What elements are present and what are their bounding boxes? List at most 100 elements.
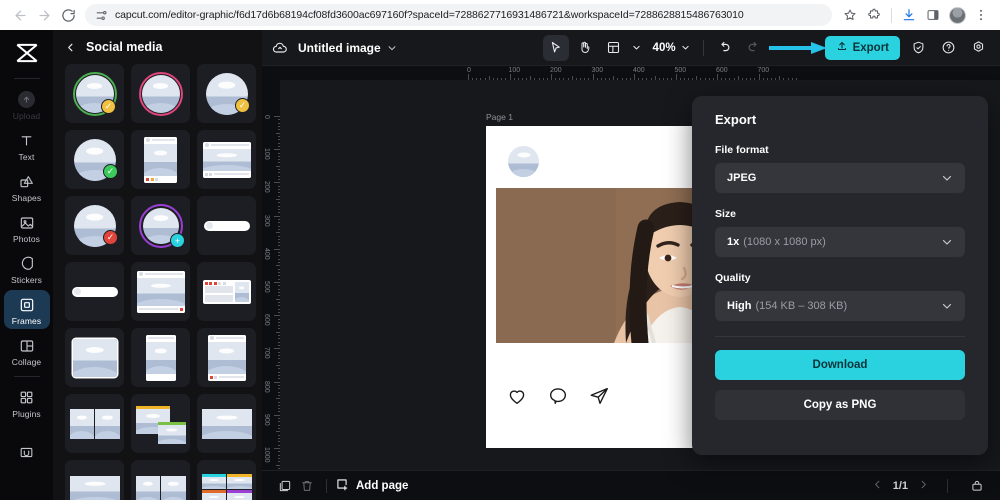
sidebar-item-frames[interactable]: Frames	[3, 290, 50, 329]
thumb-windows	[135, 404, 186, 444]
sidebar-item-extra[interactable]	[4, 438, 50, 465]
frame-thumb-stacked-windows[interactable]	[131, 394, 190, 453]
frame-thumb-banner-wide[interactable]	[197, 394, 256, 453]
sidebar-item-label: Photos	[12, 234, 41, 244]
sidebar-item-collage[interactable]: Collage	[4, 331, 50, 370]
badge-verified: ✓	[103, 164, 118, 179]
post-avatar[interactable]	[508, 146, 539, 177]
hand-pan-icon[interactable]	[572, 35, 598, 61]
thumb-searchbar	[71, 286, 118, 297]
frame-thumb-folder[interactable]	[65, 328, 124, 387]
capcut-app: Upload Text Shapes Photos Stickers Frame…	[0, 30, 1000, 500]
post-action-bar	[506, 385, 610, 412]
back-arrow-icon[interactable]	[8, 3, 32, 27]
frame-thumb-circle-pink-ring[interactable]	[131, 64, 190, 123]
undo-icon[interactable]	[712, 35, 738, 61]
rail-divider-2	[13, 376, 40, 377]
frame-thumb-profile-header[interactable]	[197, 262, 256, 321]
chevron-down-icon[interactable]	[387, 43, 397, 53]
copy-as-png-button[interactable]: Copy as PNG	[715, 390, 965, 420]
forward-arrow-icon[interactable]	[32, 3, 56, 27]
star-icon[interactable]	[839, 4, 861, 26]
frame-thumb-split-two-2[interactable]	[131, 460, 190, 500]
ruler-v-tick-label: 200	[263, 181, 270, 194]
shield-icon[interactable]	[906, 36, 930, 60]
badge-gold: ✓	[235, 98, 250, 113]
collage-icon	[19, 336, 35, 355]
thumb-mock-post	[136, 270, 185, 313]
add-page-button[interactable]: Add page	[335, 477, 408, 494]
comment-bubble-icon[interactable]	[547, 385, 569, 412]
address-bar[interactable]: capcut.com/editor-graphic/f6d17d6b68194c…	[85, 4, 832, 26]
cloud-save-icon[interactable]	[272, 40, 288, 56]
ruler-v-tick-label: 1000	[263, 447, 270, 463]
frame-thumb-circle-red-badge[interactable]: ✓	[65, 196, 124, 255]
badge-add: +	[170, 233, 185, 248]
frame-thumb-circle-purple-ring-add[interactable]: +	[131, 196, 190, 255]
browser-toolbar: capcut.com/editor-graphic/f6d17d6b68194c…	[0, 0, 1000, 30]
heart-icon[interactable]	[506, 385, 528, 412]
chevron-left-icon[interactable]	[65, 42, 76, 53]
size-select[interactable]: 1x (1080 x 1080 px)	[715, 227, 965, 257]
frame-thumb-circle-gold-badge[interactable]: ✓	[197, 64, 256, 123]
sidebar-item-stickers[interactable]: Stickers	[4, 249, 50, 288]
frame-thumb-post-square[interactable]	[131, 262, 190, 321]
layout-chevron-down-icon[interactable]	[630, 35, 644, 61]
site-settings-icon[interactable]	[95, 9, 108, 22]
zoom-level[interactable]: 40%	[653, 42, 676, 54]
chevron-right-icon[interactable]	[918, 479, 929, 493]
present-icon[interactable]	[966, 475, 988, 497]
layout-grid-icon[interactable]	[601, 35, 627, 61]
sidebar-item-text[interactable]: Text	[4, 126, 50, 165]
cursor-select-icon[interactable]	[542, 34, 569, 61]
panel-header: Social media	[53, 30, 262, 64]
file-format-label: File format	[715, 144, 769, 156]
zoom-chevron-down-icon[interactable]	[679, 35, 693, 61]
extensions-puzzle-icon[interactable]	[863, 4, 885, 26]
sidebar-item-plugins[interactable]: Plugins	[4, 383, 50, 422]
side-panel-icon[interactable]	[922, 4, 944, 26]
frame-thumb-banner-wide-2[interactable]	[65, 460, 124, 500]
file-format-select[interactable]: JPEG	[715, 163, 965, 193]
reload-icon[interactable]	[56, 3, 80, 27]
duplicate-page-icon[interactable]	[274, 475, 296, 497]
page-navigator: 1/1	[872, 475, 988, 497]
ruler-h-tick-label: 600	[716, 67, 728, 74]
size-value-detail: (1080 x 1080 px)	[743, 236, 826, 248]
ruler-vertical: 010020030040050060070080090010001100	[262, 80, 280, 470]
frame-thumb-split-two[interactable]	[65, 394, 124, 453]
frame-thumb-color-grid[interactable]	[197, 460, 256, 500]
sidebar-item-shapes[interactable]: Shapes	[4, 167, 50, 206]
chevron-left-icon[interactable]	[872, 479, 883, 493]
thumb-colorgrid	[201, 473, 252, 500]
downloads-icon[interactable]	[898, 4, 920, 26]
profile-avatar-icon[interactable]	[946, 4, 968, 26]
add-page-icon	[335, 477, 349, 494]
ruler-h-tick-label: 100	[508, 67, 521, 74]
frame-thumb-circle-green-ring[interactable]: ✓	[65, 64, 124, 123]
frame-thumb-search-bar-2[interactable]	[65, 262, 124, 321]
three-dot-menu-icon[interactable]	[970, 4, 992, 26]
frame-thumb-search-bar[interactable]	[197, 196, 256, 255]
ruler-h-tick-label: 200	[550, 67, 562, 74]
quality-select[interactable]: High (154 KB – 308 KB)	[715, 291, 965, 321]
ruler-v-tick-label: 100	[263, 148, 270, 160]
download-button[interactable]: Download	[715, 350, 965, 380]
settings-gear-icon[interactable]	[966, 36, 990, 60]
frame-thumb-post-wide[interactable]	[197, 130, 256, 189]
frame-thumb-circle-green-check[interactable]: ✓	[65, 130, 124, 189]
trash-delete-icon[interactable]	[296, 475, 318, 497]
document-title[interactable]: Untitled image	[298, 41, 381, 55]
frame-thumb-phone-story[interactable]	[131, 328, 190, 387]
frame-thumb-post-portrait[interactable]	[131, 130, 190, 189]
photos-icon	[19, 213, 35, 232]
browser-actions	[839, 4, 992, 26]
sidebar-item-upload[interactable]: Upload	[4, 85, 50, 124]
export-button[interactable]: Export	[824, 35, 900, 60]
question-help-icon[interactable]	[936, 36, 960, 60]
sidebar-item-photos[interactable]: Photos	[4, 208, 50, 247]
send-paper-plane-icon[interactable]	[588, 385, 610, 412]
capcut-logo[interactable]	[11, 38, 43, 68]
redo-icon[interactable]	[741, 35, 767, 61]
frame-thumb-post-feed[interactable]	[197, 328, 256, 387]
